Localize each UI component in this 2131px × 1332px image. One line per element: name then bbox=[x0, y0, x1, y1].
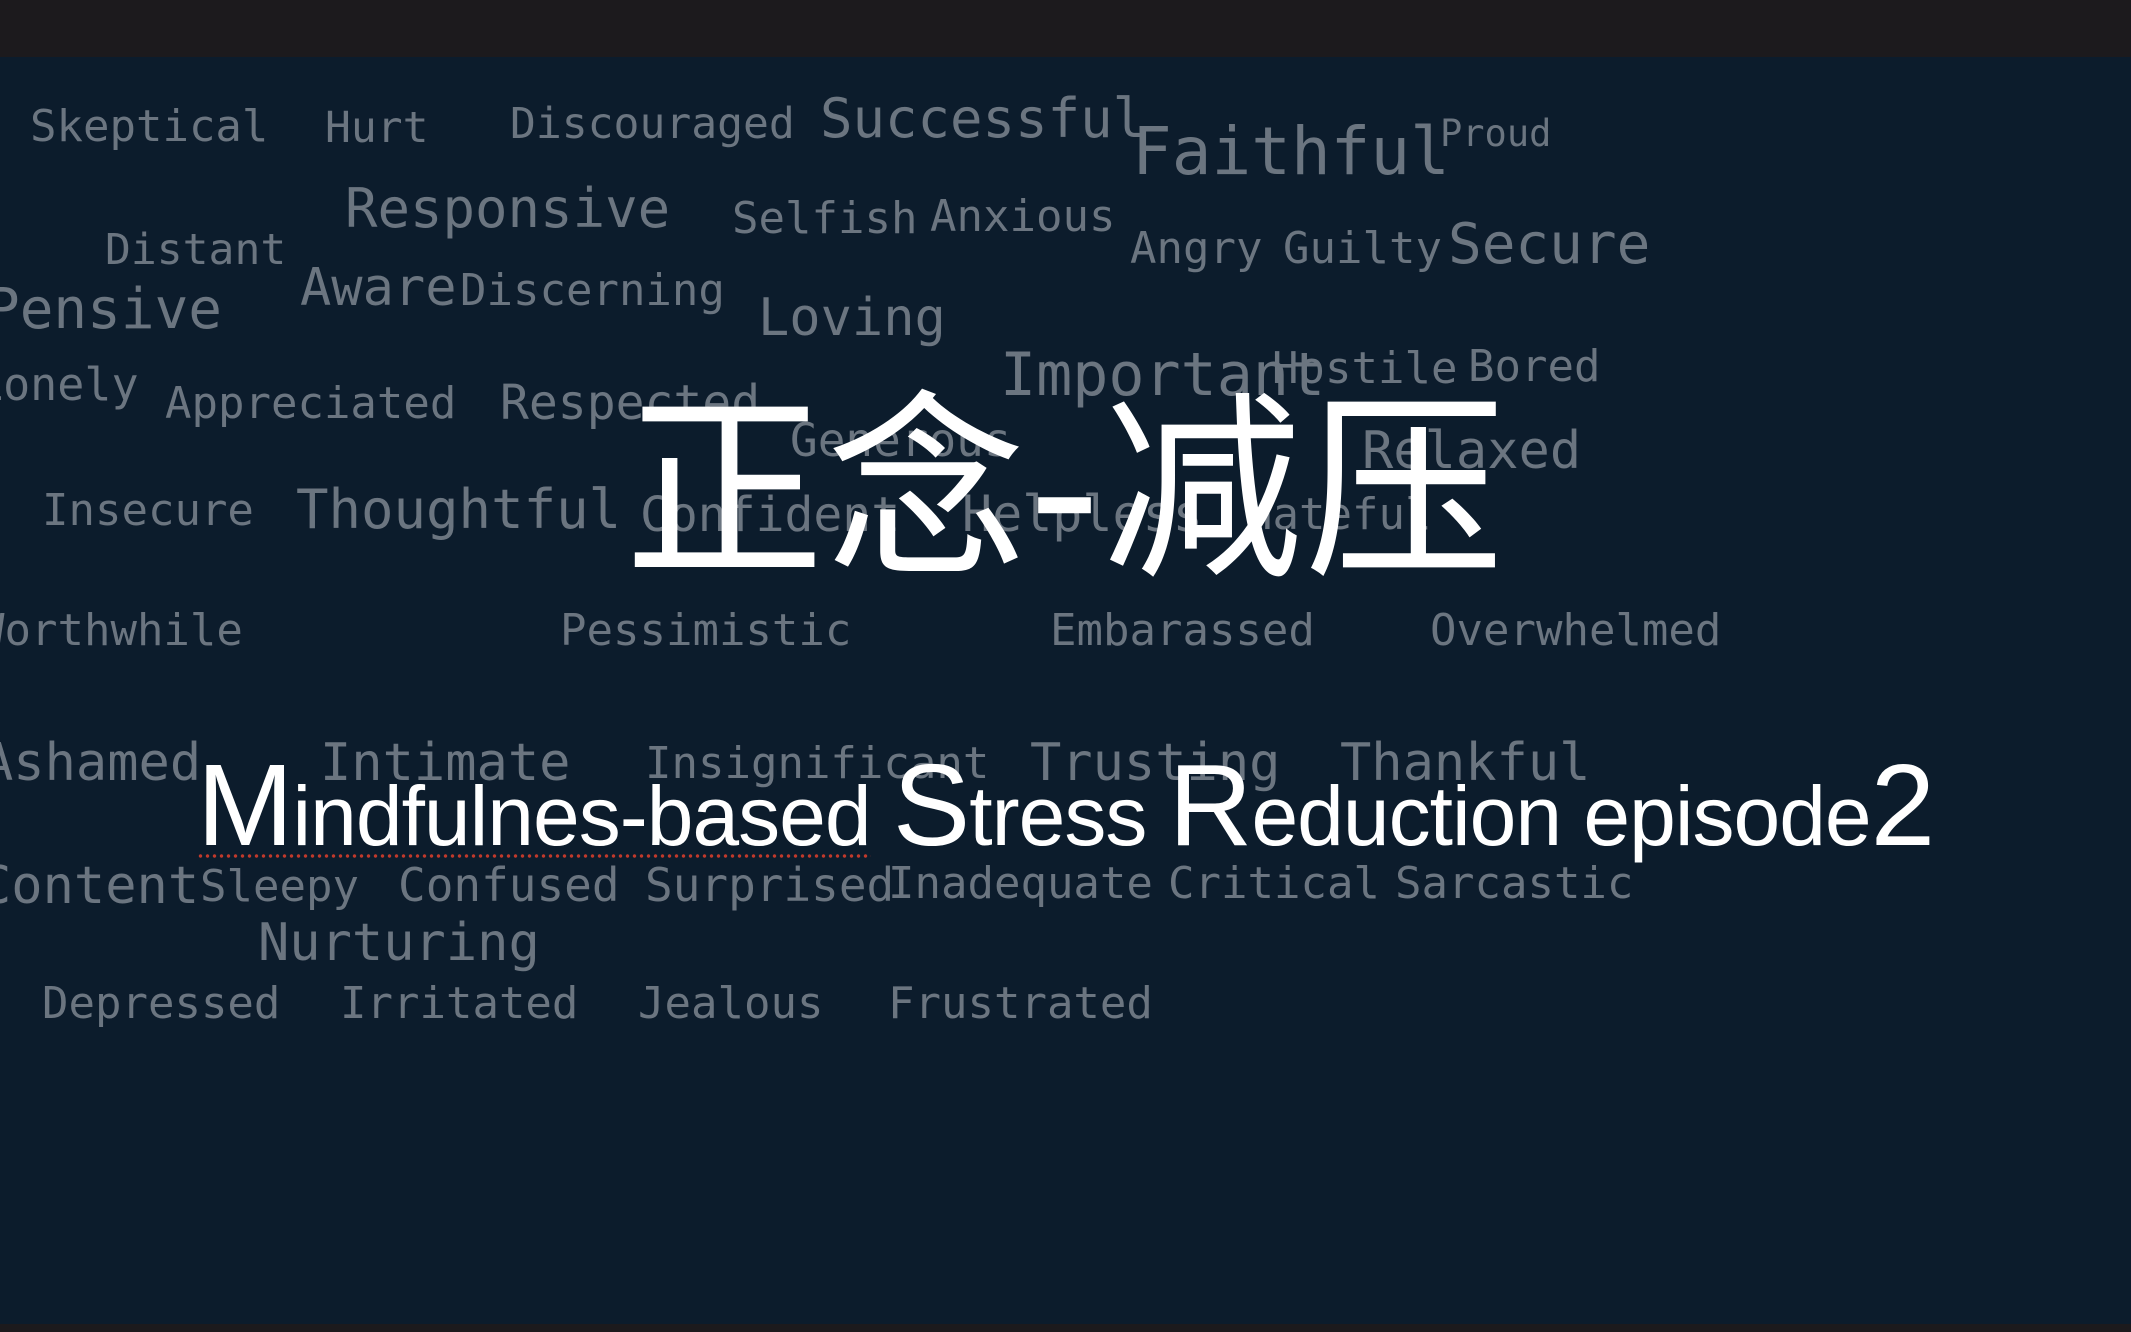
word-cloud-item: Frustrated bbox=[888, 978, 1153, 1029]
word-cloud-item: Jealous bbox=[638, 978, 824, 1029]
word-cloud-item: Proud bbox=[1440, 112, 1552, 155]
word-cloud-item: Thoughtful bbox=[296, 478, 622, 541]
word-cloud-item: Worthwhile bbox=[0, 605, 243, 656]
word-cloud-item: Irritated bbox=[340, 978, 579, 1029]
word-cloud-item: Pensive bbox=[0, 277, 223, 342]
word-cloud-item: Successful bbox=[820, 87, 1146, 150]
word-cloud-item: Confused bbox=[398, 858, 620, 912]
word-cloud-item: Hateful bbox=[1246, 489, 1432, 540]
word-cloud-item: Inadequate bbox=[888, 858, 1153, 909]
bottom-letterbox-bar bbox=[0, 1324, 2131, 1332]
word-cloud-item: Hurt bbox=[325, 103, 429, 153]
word-cloud-item: Critical bbox=[1168, 858, 1380, 909]
word-cloud-item: Hostile bbox=[1272, 343, 1458, 394]
word-cloud-item: Sarcastic bbox=[1395, 858, 1634, 909]
word-cloud-item: Sleepy bbox=[200, 861, 359, 912]
word-cloud-item: Pessimistic bbox=[560, 605, 852, 656]
word-cloud-item: Surprised bbox=[645, 858, 895, 912]
slide-canvas: Skeptical Hurt Discouraged Successful Faithf… bbox=[0, 57, 2131, 1324]
word-cloud-item: Responsive bbox=[345, 177, 671, 240]
word-cloud-item: Discouraged bbox=[510, 99, 795, 149]
word-cloud-item: Distant bbox=[105, 225, 287, 275]
word-cloud-item: Secure bbox=[1448, 212, 1651, 277]
word-cloud-item: Overwhelmed bbox=[1430, 605, 1722, 656]
word-cloud-item: Loving bbox=[758, 288, 946, 348]
word-cloud-item: Generous bbox=[790, 413, 1012, 467]
word-cloud-item: Angry bbox=[1130, 223, 1263, 274]
word-cloud-item: Relaxed bbox=[1362, 421, 1582, 481]
word-cloud-item: Helpless bbox=[962, 485, 1203, 543]
word-cloud-item: Skeptical bbox=[30, 101, 269, 152]
word-cloud-item: Guilty bbox=[1283, 223, 1442, 274]
word-cloud-item: Insignificant bbox=[645, 738, 990, 789]
emotion-word-cloud: Skeptical Hurt Discouraged Successful Faithf… bbox=[0, 57, 2131, 1324]
word-cloud-item: Respected bbox=[500, 375, 761, 431]
word-cloud-item: Anxious bbox=[930, 191, 1116, 242]
word-cloud-item: Trusting bbox=[1030, 733, 1281, 793]
word-cloud-item: Appreciated bbox=[165, 378, 457, 429]
word-cloud-item: Faithful bbox=[1132, 113, 1450, 190]
word-cloud-item: Embarassed bbox=[1050, 605, 1315, 656]
word-cloud-item: Bored bbox=[1468, 341, 1601, 392]
word-cloud-item: Lonely bbox=[0, 358, 139, 411]
word-cloud-item: Confident bbox=[640, 487, 901, 543]
word-cloud-item: Intimate bbox=[320, 733, 571, 793]
word-cloud-item: Nurturing bbox=[258, 913, 540, 973]
word-cloud-item: Aware bbox=[300, 258, 457, 318]
word-cloud-item: Discerning bbox=[460, 265, 725, 316]
word-cloud-item: Content bbox=[0, 856, 200, 916]
word-cloud-item: Insecure bbox=[42, 485, 254, 536]
word-cloud-item: Thankful bbox=[1340, 733, 1591, 793]
word-cloud-item: Selfish bbox=[732, 193, 918, 244]
presentation-slide: Skeptical Hurt Discouraged Successful Faithf… bbox=[0, 0, 2131, 1332]
word-cloud-item: Depressed bbox=[42, 978, 281, 1029]
word-cloud-item: Ashamed bbox=[0, 733, 202, 793]
top-letterbox-bar bbox=[0, 0, 2131, 57]
